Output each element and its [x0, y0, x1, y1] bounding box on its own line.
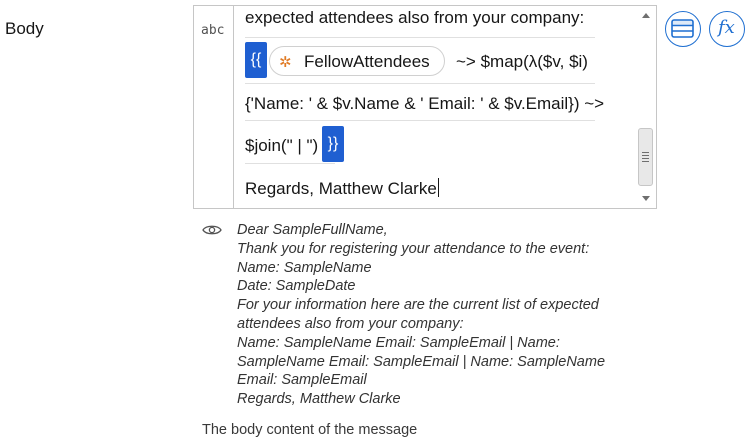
- editor-line-4[interactable]: $join(" | "): [245, 136, 318, 156]
- function-button[interactable]: fx: [709, 11, 745, 47]
- variable-list-button[interactable]: [665, 11, 701, 47]
- editor-line-5-text: Regards, Matthew Clarke: [245, 179, 437, 198]
- preview-line: Name: SampleName: [237, 259, 372, 276]
- editor-line-5[interactable]: Regards, Matthew Clarke: [245, 178, 439, 199]
- editor-line-2[interactable]: ~> $map(λ($v, $i): [456, 52, 588, 72]
- preview-line: Email: SampleEmail: [237, 372, 367, 389]
- preview-line: For your information here are the curren…: [237, 297, 599, 314]
- preview-line: Name: SampleName Email: SampleEmail | Na…: [237, 334, 560, 351]
- fx-icon: fx: [718, 17, 735, 38]
- grip-line: [642, 158, 649, 159]
- editor-line-1[interactable]: expected attendees also from your compan…: [245, 8, 584, 28]
- grip-line: [642, 152, 649, 153]
- editor-gutter: abc: [194, 6, 234, 208]
- line-divider: [245, 120, 595, 121]
- field-label: Body: [5, 19, 44, 38]
- flow-variable-icon: ✲: [279, 54, 292, 71]
- preview-line: Thank you for registering your attendanc…: [237, 240, 590, 257]
- expression-close-brace[interactable]: }}: [322, 126, 344, 162]
- line-divider: [245, 37, 595, 38]
- grip-line: [642, 161, 649, 162]
- line-divider: [245, 163, 335, 164]
- scroll-up-arrow-icon[interactable]: [642, 13, 650, 18]
- grip-line: [642, 155, 649, 156]
- line-divider: [245, 83, 595, 84]
- string-type-badge: abc: [201, 23, 225, 38]
- preview-line: attendees also from your company:: [237, 315, 464, 332]
- helper-text: The body content of the message: [202, 422, 418, 438]
- eye-icon: [202, 223, 222, 242]
- chip-label: FellowAttendees: [304, 52, 430, 71]
- message-preview: Dear SampleFullName, Thank you for regis…: [237, 221, 627, 409]
- preview-line: Dear SampleFullName,: [237, 222, 388, 238]
- editor-scrollbar[interactable]: [636, 6, 656, 208]
- editor-line-3[interactable]: {'Name: ' & $v.Name & ' Email: ' & $v.Em…: [245, 94, 604, 114]
- scrollbar-thumb[interactable]: [638, 128, 653, 186]
- text-cursor: [437, 178, 439, 197]
- scroll-down-arrow-icon[interactable]: [642, 196, 650, 201]
- fellow-attendees-chip[interactable]: ✲ FellowAttendees: [269, 46, 445, 76]
- preview-line: Date: SampleDate: [237, 278, 356, 295]
- preview-line: SampleName Email: SampleEmail | Name: Sa…: [237, 353, 606, 370]
- editor-content[interactable]: expected attendees also from your compan…: [235, 6, 635, 208]
- list-icon: [671, 19, 694, 38]
- body-expression-editor[interactable]: abc expected attendees also from your co…: [193, 5, 657, 209]
- preview-line: Regards, Matthew Clarke: [237, 391, 401, 408]
- expression-open-brace[interactable]: {{: [245, 42, 267, 78]
